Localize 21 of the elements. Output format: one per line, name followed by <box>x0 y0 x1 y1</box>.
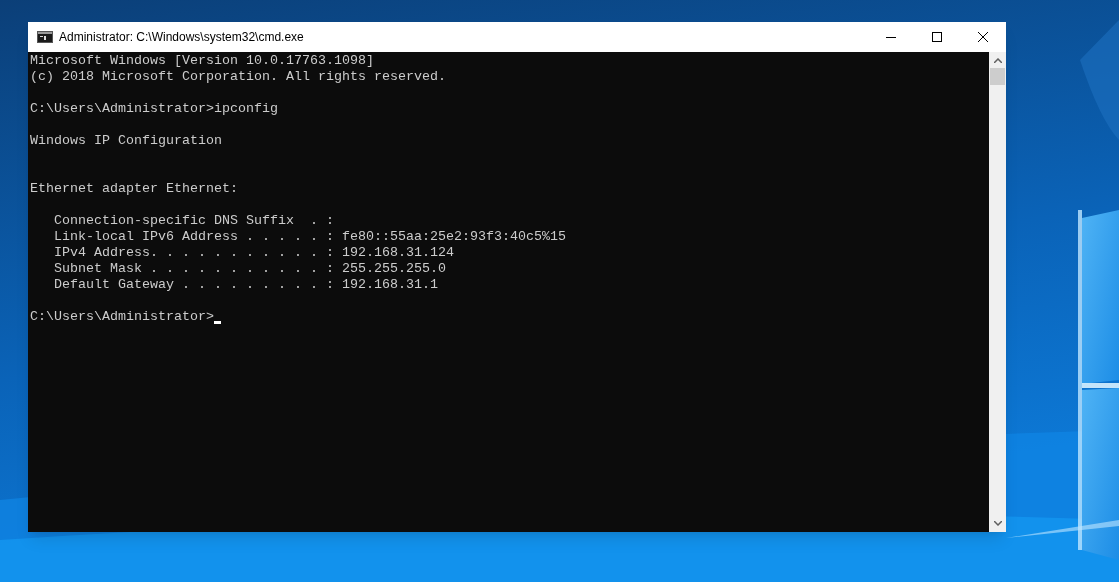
command-prompt: C:\Users\Administrator> <box>30 309 214 325</box>
scroll-up-icon[interactable] <box>993 58 1002 63</box>
console-line: Ethernet adapter Ethernet: <box>30 181 239 197</box>
console-icon <box>37 31 53 43</box>
console-line: Windows IP Configuration <box>30 133 223 149</box>
close-icon <box>978 32 988 42</box>
text-cursor <box>213 321 221 324</box>
console-line: Microsoft Windows [Version 10.0.17763.1098] <box>30 53 375 69</box>
console-line: C:\Users\Administrator>ipconfig <box>30 101 279 117</box>
console-line: IPv4 Address. . . . . . . . . . . : 192.168.31.124 <box>53 245 455 261</box>
scroll-down-icon[interactable] <box>993 521 1002 526</box>
console-line: Subnet Mask . . . . . . . . . . . : 255.255.255.0 <box>53 261 447 277</box>
maximize-icon <box>932 32 942 42</box>
console-line: (c) 2018 Microsoft Corporation. All rights reserved. <box>30 69 447 85</box>
window-title: Administrator: C:\Windows\system32\cmd.exe <box>59 29 304 46</box>
console-line: Connection-specific DNS Suffix . : <box>53 213 335 229</box>
console-line: Link-local IPv6 Address . . . . . : fe80::55aa:25e2:93f3:40c5%15 <box>53 229 567 245</box>
console-line: Default Gateway . . . . . . . . . : 192.168.31.1 <box>53 277 439 293</box>
minimize-icon <box>886 36 896 38</box>
scrollbar[interactable] <box>989 52 1006 532</box>
scroll-thumb[interactable] <box>990 68 1005 85</box>
